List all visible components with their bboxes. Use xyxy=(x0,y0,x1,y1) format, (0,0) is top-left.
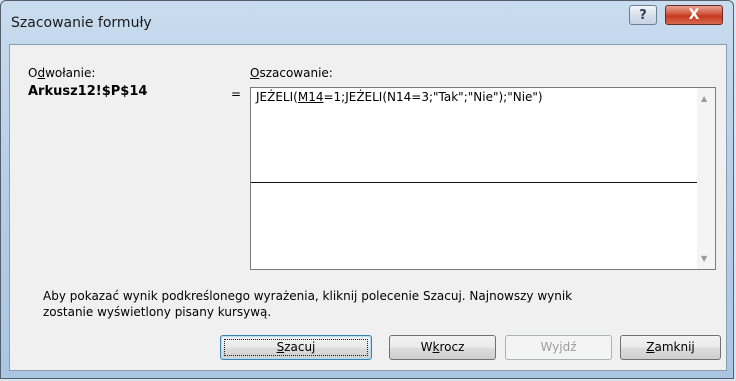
reference-value: Arkusz12!$P$14 xyxy=(28,84,148,99)
evaluation-formula: JEŻELI(M14=1;JEŻELI(N14=3;"Tak";"Nie");"… xyxy=(256,90,543,104)
dialog-title: Szacowanie formuły xyxy=(11,15,152,31)
evaluation-label: Oszacowanie: xyxy=(250,66,333,80)
equals-sign: = xyxy=(231,87,242,101)
dialog-body: Odwołanie: Arkusz12!$P$14 = Oszacowanie:… xyxy=(9,44,727,371)
help-button[interactable]: ? xyxy=(629,5,657,25)
scroll-up-arrow-icon[interactable]: ▲ xyxy=(701,94,707,103)
evaluate-button[interactable]: Szacuj xyxy=(220,335,372,360)
instruction-line-1: Aby pokazać wynik podkreślonego wyrażeni… xyxy=(43,289,573,303)
close-icon: X xyxy=(688,7,700,23)
evaluation-scrollbar[interactable]: ▲ ▼ xyxy=(697,88,715,269)
step-out-button[interactable]: Wyjdź xyxy=(505,335,612,360)
step-in-button[interactable]: Wkrocz xyxy=(389,335,496,360)
title-bar[interactable]: Szacowanie formuły ? X xyxy=(1,1,733,41)
close-button[interactable]: Zamknij xyxy=(620,335,721,360)
evaluation-textbox[interactable]: JEŻELI(M14=1;JEŻELI(N14=3;"Tak";"Nie");"… xyxy=(250,87,716,270)
underlined-expression: M14 xyxy=(297,90,324,104)
evaluate-formula-dialog: Szacowanie formuły ? X Odwołanie: Arkusz… xyxy=(0,0,734,379)
reference-label: Odwołanie: xyxy=(28,66,96,80)
help-icon: ? xyxy=(639,7,647,23)
scroll-down-arrow-icon[interactable]: ▼ xyxy=(701,254,707,263)
instruction-text: Aby pokazać wynik podkreślonego wyrażeni… xyxy=(43,288,683,320)
instruction-line-2: zostanie wyświetlony pisany kursywą. xyxy=(43,305,272,319)
close-window-button[interactable]: X xyxy=(665,5,723,25)
